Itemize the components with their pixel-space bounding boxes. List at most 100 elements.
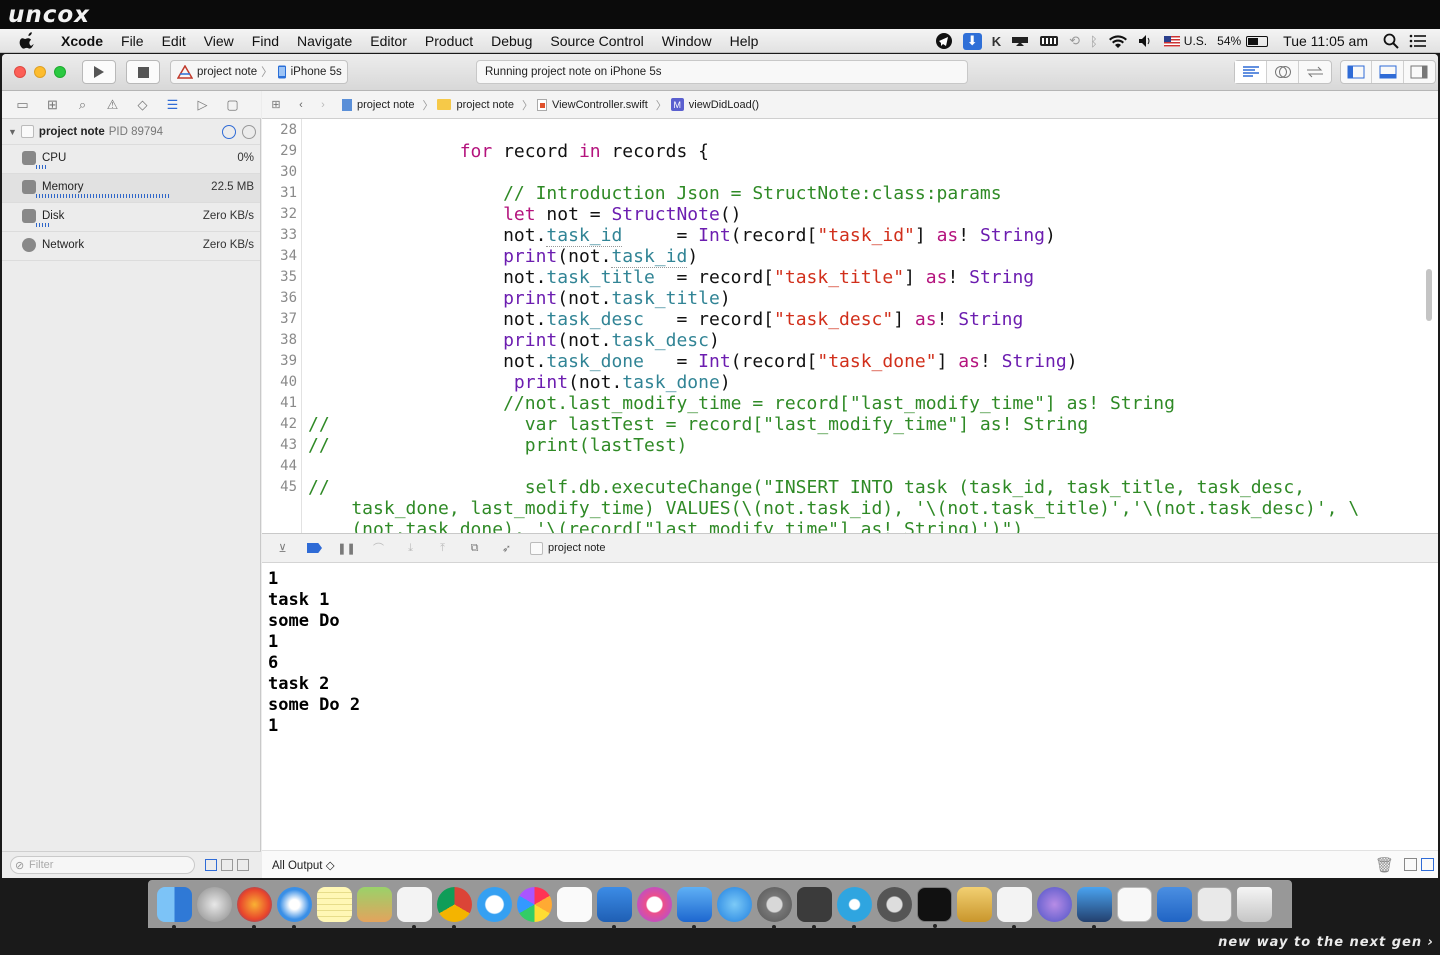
app-store-icon[interactable] [717, 886, 752, 922]
toggle-navigator-icon[interactable] [1341, 61, 1373, 83]
network-utility-icon[interactable] [1037, 886, 1072, 922]
k-status-icon[interactable]: K [987, 29, 1006, 53]
telegram-icon[interactable] [837, 886, 872, 929]
filter-option-icon[interactable] [205, 859, 217, 871]
toggle-utilities-icon[interactable] [1404, 61, 1435, 83]
menu-editor[interactable]: Editor [361, 33, 416, 49]
input-source-menu[interactable]: U.S. [1159, 29, 1212, 53]
menu-debug[interactable]: Debug [482, 33, 541, 49]
filter-input[interactable]: ⊘ Filter [10, 856, 195, 874]
menu-view[interactable]: View [195, 33, 243, 49]
report-navigator-icon[interactable]: ▢ [224, 97, 241, 112]
simulate-location-icon[interactable]: ➶ [498, 541, 515, 556]
debug-navigator-icon[interactable]: ☰ [164, 97, 181, 112]
java-icon[interactable] [397, 886, 432, 929]
notification-center-icon[interactable] [1404, 29, 1432, 53]
search-icon[interactable]: ⌕ [74, 97, 91, 112]
filter-option-icon[interactable] [221, 859, 233, 871]
scheme-selector[interactable]: project note 〉 iPhone 5s [170, 60, 348, 84]
memory-gauge[interactable]: Memory 22.5 MB [2, 174, 260, 203]
launchpad-icon[interactable] [197, 886, 232, 922]
downloads-icon[interactable] [1157, 886, 1192, 922]
folder-icon[interactable]: ▭ [14, 97, 31, 112]
menu-help[interactable]: Help [721, 33, 768, 49]
trash-icon[interactable] [1237, 886, 1272, 922]
forward-icon[interactable]: › [312, 99, 334, 111]
download-status-icon[interactable]: ⬇ [958, 29, 987, 53]
safari-icon[interactable] [277, 886, 312, 929]
pause-thread-icon[interactable] [242, 124, 256, 139]
java-icon[interactable] [997, 886, 1032, 929]
view-hierarchy-icon[interactable]: ⧉ [466, 541, 483, 556]
related-items-icon[interactable]: ⊞ [262, 98, 290, 111]
back-icon[interactable]: ‹ [290, 99, 312, 111]
pause-icon[interactable]: ❚❚ [337, 541, 355, 556]
network-gauge[interactable]: Network Zero KB/s [2, 232, 260, 261]
hide-debug-area-icon[interactable]: ⊻ [274, 541, 291, 556]
finder-icon[interactable] [157, 886, 192, 929]
trash-icon[interactable]: 🗑 [1375, 856, 1394, 874]
menu-file[interactable]: File [112, 33, 153, 49]
documents-stack-icon[interactable] [1197, 886, 1232, 922]
variables-view-toggle-icon[interactable] [1404, 858, 1417, 871]
step-out-icon[interactable]: ⤒ [434, 541, 451, 556]
battery-menu[interactable]: 54% [1212, 29, 1273, 53]
messages-icon[interactable] [477, 886, 512, 922]
menu-edit[interactable]: Edit [153, 33, 195, 49]
tor-browser-icon[interactable] [877, 886, 912, 922]
version-editor-icon[interactable] [1299, 61, 1331, 83]
output-filter-select[interactable]: All Output ◇ [272, 858, 335, 872]
menu-product[interactable]: Product [416, 33, 482, 49]
wifi-icon[interactable] [1103, 29, 1133, 53]
filter-option-icon[interactable] [237, 859, 249, 871]
warning-icon[interactable]: ⚠ [104, 97, 121, 112]
photos-icon[interactable] [517, 886, 552, 922]
apple-icon[interactable] [18, 32, 38, 49]
process-row[interactable]: ▼ project note PID 89794 [2, 119, 260, 145]
console-output[interactable]: 1 task 1 some Do 1 6 task 2 some Do 2 1 [262, 563, 1438, 850]
test-navigator-icon[interactable]: ◇ [134, 97, 151, 112]
system-preferences-icon[interactable] [757, 886, 792, 929]
memory-status-icon[interactable] [1034, 29, 1064, 53]
preview-icon[interactable] [357, 886, 392, 922]
view-toggle-control[interactable] [1340, 60, 1436, 84]
crumb-group[interactable]: project note [437, 99, 517, 111]
run-button[interactable] [82, 60, 116, 84]
spotlight-icon[interactable] [1378, 29, 1404, 53]
sublime-text-icon[interactable] [797, 886, 832, 929]
crumb-project[interactable]: project note [342, 98, 418, 111]
vlc-file-icon[interactable] [1117, 886, 1152, 922]
standard-editor-icon[interactable] [1235, 61, 1267, 83]
notes-icon[interactable] [317, 886, 352, 922]
menu-xcode[interactable]: Xcode [52, 33, 112, 49]
time-machine-icon[interactable]: ⟲ [1064, 29, 1085, 53]
simulator-icon[interactable] [1077, 886, 1112, 929]
keynote-icon[interactable] [597, 886, 632, 929]
menu-source-control[interactable]: Source Control [541, 33, 652, 49]
breakpoint-navigator-icon[interactable]: ▷ [194, 97, 211, 112]
cpu-gauge[interactable]: CPU 0% [2, 145, 260, 174]
menu-navigate[interactable]: Navigate [288, 33, 361, 49]
toggle-debug-area-icon[interactable] [1372, 61, 1404, 83]
textedit-icon[interactable] [557, 886, 592, 922]
editor-scrollbar[interactable] [1426, 269, 1432, 321]
stop-button[interactable] [126, 60, 160, 84]
editor-mode-control[interactable] [1234, 60, 1332, 84]
symbol-navigator-icon[interactable]: ⊞ [44, 97, 61, 112]
debug-gauge-icon[interactable] [222, 124, 236, 139]
console-view-toggle-icon[interactable] [1421, 858, 1434, 871]
crumb-file[interactable]: ViewController.swift [536, 98, 652, 111]
disclosure-triangle-icon[interactable]: ▼ [8, 127, 17, 137]
step-over-icon[interactable]: ⌒ [370, 541, 387, 556]
itunes-icon[interactable] [637, 886, 672, 922]
minimize-window-icon[interactable] [34, 66, 46, 78]
clock[interactable]: Tue 11:05 am [1273, 29, 1378, 53]
bluetooth-icon[interactable]: ᛒ [1085, 29, 1103, 53]
menu-find[interactable]: Find [243, 33, 288, 49]
firefox-icon[interactable] [237, 886, 272, 929]
chrome-icon[interactable] [437, 886, 472, 929]
volume-icon[interactable] [1133, 29, 1159, 53]
source-editor[interactable]: 28 29 30 31 32 33 34 35 36 37 38 39 40 4… [262, 119, 1438, 533]
close-window-icon[interactable] [14, 66, 26, 78]
zoom-window-icon[interactable] [54, 66, 66, 78]
